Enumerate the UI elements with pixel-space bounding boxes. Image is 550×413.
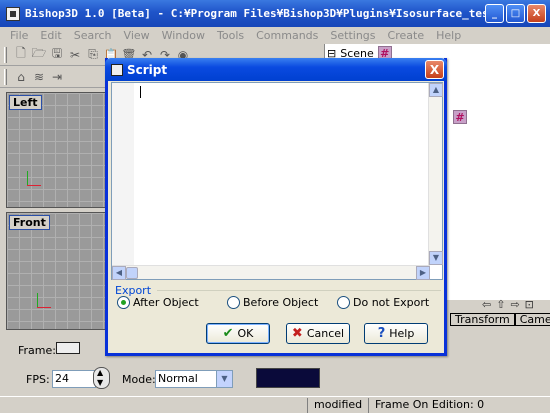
script-editor[interactable]: ▲ ▼ ◀ ▶ xyxy=(111,82,443,280)
x-axis-icon xyxy=(37,307,51,308)
menu-search[interactable]: Search xyxy=(68,29,118,42)
mode-value: Normal xyxy=(158,372,198,385)
viewport-label: Front xyxy=(9,215,50,230)
cut-icon[interactable]: ✂ xyxy=(67,47,83,63)
cancel-label: Cancel xyxy=(306,327,345,340)
app-icon[interactable] xyxy=(6,6,20,21)
radio-button[interactable] xyxy=(117,296,130,309)
fps-input[interactable]: 24 xyxy=(52,370,96,388)
radio-button[interactable] xyxy=(227,296,240,309)
help-label: Help xyxy=(389,327,415,340)
cancel-button[interactable]: ✖ Cancel xyxy=(286,323,350,344)
dialog-title: Script xyxy=(127,62,168,77)
main-titlebar: Bishop3D 1.0 [Beta] - C:¥Program Files¥B… xyxy=(0,0,550,27)
arrow-right-icon[interactable]: ⇨ xyxy=(510,298,519,311)
mode-label: Mode: xyxy=(122,373,156,386)
close-button[interactable]: X xyxy=(527,4,546,23)
radio-button[interactable] xyxy=(337,296,350,309)
x-axis-icon xyxy=(27,185,41,186)
maximize-button[interactable]: □ xyxy=(506,4,525,23)
status-cell-main xyxy=(0,398,305,413)
menu-create[interactable]: Create xyxy=(382,29,431,42)
toolbar-grip[interactable] xyxy=(4,68,7,85)
menu-bar: File Edit Search View Window Tools Comma… xyxy=(0,27,550,44)
expand-icon[interactable]: ⊡ xyxy=(525,298,534,311)
y-axis-icon xyxy=(37,293,38,307)
window-controls: _ □ X xyxy=(485,4,546,23)
window-title: Bishop3D 1.0 [Beta] - C:¥Program Files¥B… xyxy=(25,7,485,20)
frame-label: Frame: xyxy=(18,344,56,357)
menu-window[interactable]: Window xyxy=(156,29,211,42)
open-folder-icon[interactable]: 🗁 xyxy=(31,46,47,63)
scroll-down-icon[interactable]: ▼ xyxy=(429,251,443,265)
home-icon[interactable]: ⌂ xyxy=(13,69,29,85)
mode-select[interactable]: Normal ▼ xyxy=(155,370,233,388)
fps-spinner[interactable] xyxy=(93,367,110,389)
scroll-up-icon[interactable]: ▲ xyxy=(429,83,443,97)
tab-transform[interactable]: Transform xyxy=(450,313,515,326)
radio-label: After Object xyxy=(133,296,199,309)
dialog-close-button[interactable]: X xyxy=(425,60,444,79)
export-group: Export After Object Before Object Do not… xyxy=(111,284,443,310)
radio-do-not-export[interactable]: Do not Export xyxy=(337,296,429,309)
copy-icon[interactable]: ⎘ xyxy=(85,47,101,63)
menu-view[interactable]: View xyxy=(118,29,156,42)
check-icon: ✔ xyxy=(222,326,234,341)
help-button[interactable]: ? Help xyxy=(364,323,428,344)
color-swatch[interactable] xyxy=(256,368,320,388)
status-bar: modified Frame On Edition: 0 xyxy=(0,396,550,413)
scroll-thumb[interactable] xyxy=(126,267,138,279)
ok-label: OK xyxy=(237,327,254,340)
radio-before-object[interactable]: Before Object xyxy=(227,296,318,309)
left-viewport[interactable]: Left xyxy=(6,92,106,208)
dialog-icon xyxy=(111,63,123,76)
scroll-left-icon[interactable]: ◀ xyxy=(112,266,126,280)
group-divider xyxy=(157,290,441,291)
radio-label: Before Object xyxy=(243,296,319,309)
fps-label: FPS: xyxy=(26,373,50,386)
toolbar-grip[interactable] xyxy=(4,46,7,63)
ok-button[interactable]: ✔ OK xyxy=(206,323,270,344)
menu-commands[interactable]: Commands xyxy=(250,29,324,42)
hash-icon[interactable]: # xyxy=(453,110,467,124)
menu-tools[interactable]: Tools xyxy=(211,29,250,42)
radio-after-object[interactable]: After Object xyxy=(117,296,199,309)
save-icon[interactable]: 🖫 xyxy=(49,46,65,63)
editor-gutter xyxy=(112,83,134,265)
y-axis-icon xyxy=(27,171,28,185)
script-dialog: Script X ▲ ▼ ◀ ▶ Export After Object Bef… xyxy=(105,58,447,356)
export-icon[interactable]: ⇥ xyxy=(49,69,65,85)
arrow-left-icon[interactable]: ⇦ xyxy=(482,298,491,311)
question-icon: ? xyxy=(377,326,386,341)
status-modified: modified xyxy=(307,398,367,413)
menu-help[interactable]: Help xyxy=(430,29,467,42)
minimize-button[interactable]: _ xyxy=(485,4,504,23)
front-viewport[interactable]: Front xyxy=(6,212,106,330)
vertical-scrollbar[interactable]: ▲ ▼ xyxy=(428,83,443,265)
radio-label: Do not Export xyxy=(353,296,430,309)
viewport-label: Left xyxy=(9,95,42,110)
nav-arrows: ⇦ ⇧ ⇨ ⊡ xyxy=(482,298,534,311)
arrow-up-icon[interactable]: ⇧ xyxy=(496,298,505,311)
property-tabs: Transform Camera xyxy=(450,313,550,326)
dialog-titlebar[interactable]: Script X xyxy=(105,58,447,81)
scroll-right-icon[interactable]: ▶ xyxy=(416,266,430,280)
chevron-down-icon[interactable]: ▼ xyxy=(216,371,232,387)
frame-slider-icon[interactable] xyxy=(56,342,80,354)
menu-file[interactable]: File xyxy=(4,29,34,42)
menu-settings[interactable]: Settings xyxy=(324,29,381,42)
text-caret xyxy=(140,86,141,98)
horizontal-scrollbar[interactable]: ◀ ▶ xyxy=(112,265,430,280)
layers-icon[interactable]: ≋ xyxy=(31,69,47,85)
cross-icon: ✖ xyxy=(291,326,303,341)
tab-camera[interactable]: Camera xyxy=(514,313,550,326)
menu-edit[interactable]: Edit xyxy=(34,29,67,42)
new-file-icon[interactable]: 🗋 xyxy=(13,46,29,63)
status-frame-edition: Frame On Edition: 0 xyxy=(368,398,550,413)
